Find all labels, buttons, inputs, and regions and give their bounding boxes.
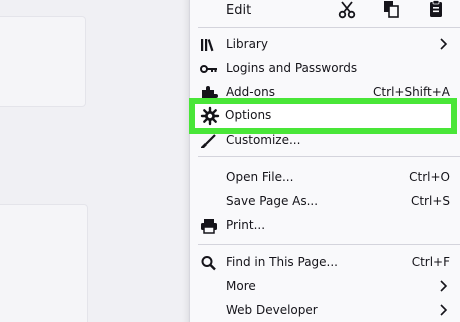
- menu-item-label: Save Page As...: [226, 194, 319, 208]
- search-icon: [201, 256, 216, 271]
- menu-item-logins-and-passwords[interactable]: Logins and Passwords: [190, 57, 460, 81]
- menu-item-label: Customize...: [226, 133, 301, 147]
- printer-icon: [201, 219, 217, 234]
- edit-row: Edit: [190, 0, 460, 24]
- menu-separator: [198, 27, 460, 28]
- copy-icon[interactable]: [380, 0, 402, 20]
- menu-item-find-in-page[interactable]: Find in This Page... Ctrl+F: [190, 251, 460, 275]
- menu-item-open-file[interactable]: Open File... Ctrl+O: [190, 166, 460, 190]
- gear-icon: [200, 106, 220, 126]
- chevron-right-icon: [440, 304, 448, 316]
- menu-item-more[interactable]: More: [190, 275, 460, 299]
- library-icon: [201, 39, 214, 52]
- menu-item-shortcut: Ctrl+F: [411, 255, 450, 269]
- cut-icon[interactable]: [336, 0, 358, 20]
- chevron-right-icon: [440, 280, 448, 292]
- menu-item-library[interactable]: Library: [190, 33, 460, 57]
- menu-separator: [198, 156, 460, 157]
- menu-item-label: More: [226, 279, 256, 293]
- menu-item-web-developer[interactable]: Web Developer: [190, 299, 460, 322]
- edit-label: Edit: [226, 3, 252, 18]
- menu-item-label: Find in This Page...: [226, 255, 338, 269]
- background-panel: [0, 204, 88, 322]
- menu-item-label: Print...: [226, 218, 266, 232]
- menu-item-label: Add-ons: [226, 85, 275, 99]
- app-menu-panel: Edit Library Logins and Passwords Add-on…: [189, 0, 460, 322]
- key-icon: [200, 65, 217, 73]
- menu-item-label: Open File...: [226, 170, 294, 184]
- background-panel: [0, 16, 86, 107]
- paintbrush-icon: [201, 134, 216, 148]
- menu-item-label: Web Developer: [226, 303, 318, 317]
- menu-item-save-page-as[interactable]: Save Page As... Ctrl+S: [190, 190, 460, 214]
- paste-icon[interactable]: [425, 0, 447, 20]
- menu-separator: [198, 244, 460, 245]
- menu-item-shortcut: Ctrl+O: [409, 170, 450, 184]
- menu-item-label: Options: [225, 108, 272, 122]
- menu-item-options[interactable]: Options: [189, 98, 457, 134]
- menu-item-shortcut: Ctrl+S: [410, 194, 450, 208]
- menu-item-shortcut: Ctrl+Shift+A: [373, 85, 450, 99]
- chevron-right-icon: [440, 38, 448, 50]
- menu-item-print[interactable]: Print...: [190, 214, 460, 238]
- menu-item-label: Logins and Passwords: [226, 61, 358, 75]
- menu-item-label: Library: [226, 37, 268, 51]
